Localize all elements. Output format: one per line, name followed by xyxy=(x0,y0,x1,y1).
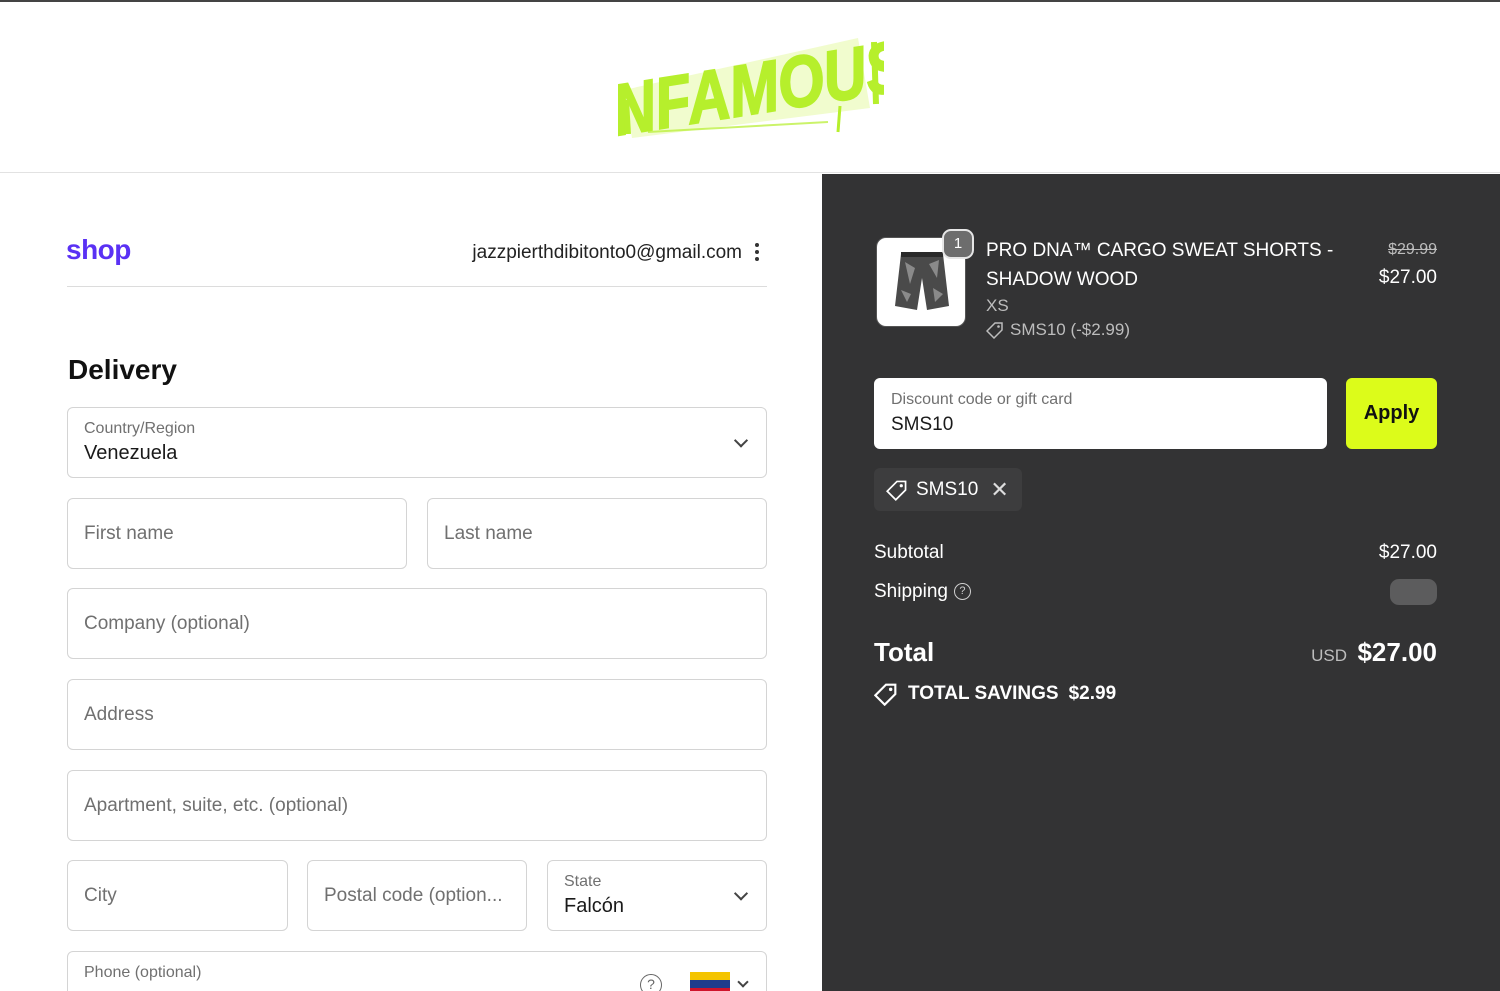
product-price: $27.00 xyxy=(1378,267,1437,288)
phone-field[interactable]: Phone (optional) ? xyxy=(67,951,767,991)
country-value: Venezuela xyxy=(84,442,178,464)
state-label: State xyxy=(564,873,602,890)
tag-icon xyxy=(986,322,1003,339)
shipping-row: Shipping? xyxy=(874,581,971,603)
chevron-down-icon[interactable] xyxy=(737,976,749,988)
subtotal-value: $27.00 xyxy=(1378,542,1437,563)
apply-button[interactable]: Apply xyxy=(1346,378,1437,449)
subtotal-label: Subtotal xyxy=(874,542,944,563)
product-discount: SMS10 (-$2.99) xyxy=(986,320,1130,340)
total-currency: USD xyxy=(1311,646,1347,665)
shipping-loading-placeholder xyxy=(1390,579,1437,605)
delivery-column: shop jazzpierthdibitonto0@gmail.com Deli… xyxy=(0,174,822,991)
total-savings: TOTAL SAVINGS $2.99 xyxy=(874,682,1116,706)
help-icon[interactable]: ? xyxy=(953,583,971,601)
infamous-logo[interactable]: INFAMOUS xyxy=(618,30,884,146)
company-placeholder: Company (optional) xyxy=(84,612,250,634)
venezuela-flag-icon[interactable] xyxy=(690,972,730,991)
applied-code-chip: SMS10 ✕ xyxy=(874,468,1022,511)
total-label: Total xyxy=(874,637,935,667)
tag-icon xyxy=(874,683,897,706)
country-select[interactable]: Country/Region Venezuela xyxy=(67,407,767,478)
company-field[interactable]: Company (optional) xyxy=(67,588,767,659)
first-name-placeholder: First name xyxy=(84,522,174,544)
delivery-title: Delivery xyxy=(68,354,177,385)
last-name-placeholder: Last name xyxy=(444,522,533,544)
applied-code-text: SMS10 xyxy=(916,478,979,500)
discount-code-input[interactable]: Discount code or gift card SMS10 xyxy=(874,378,1327,449)
city-placeholder: City xyxy=(84,884,117,906)
chevron-down-icon xyxy=(733,432,749,448)
tag-icon xyxy=(886,480,907,501)
account-email: jazzpierthdibitonto0@gmail.com xyxy=(472,242,742,263)
product-name: PRO DNA™ CARGO SWEAT SHORTS - SHADOW WOO… xyxy=(986,240,1334,290)
svg-text:INFAMOUS: INFAMOUS xyxy=(618,30,884,146)
total-value: $27.00 xyxy=(1357,637,1437,667)
state-select[interactable]: State Falcón xyxy=(547,860,767,931)
postal-code-placeholder: Postal code (option... xyxy=(324,884,503,906)
savings-label: TOTAL SAVINGS xyxy=(908,683,1059,704)
address-field[interactable]: Address xyxy=(67,679,767,750)
last-name-field[interactable]: Last name xyxy=(427,498,767,569)
shipping-label: Shipping xyxy=(874,581,948,602)
header: INFAMOUS xyxy=(0,2,1500,173)
first-name-field[interactable]: First name xyxy=(67,498,407,569)
state-value: Falcón xyxy=(564,895,625,917)
product-variant: XS xyxy=(986,296,1009,315)
apartment-placeholder: Apartment, suite, etc. (optional) xyxy=(84,794,349,816)
quantity-badge: 1 xyxy=(942,229,974,259)
account-menu-icon[interactable] xyxy=(751,242,763,264)
apartment-field[interactable]: Apartment, suite, etc. (optional) xyxy=(67,770,767,841)
discount-code-value: SMS10 xyxy=(891,414,954,435)
country-label: Country/Region xyxy=(84,420,196,437)
remove-code-icon[interactable]: ✕ xyxy=(990,477,1008,503)
phone-label: Phone (optional) xyxy=(84,964,202,981)
city-field[interactable]: City xyxy=(67,860,288,931)
discount-code-label: Discount code or gift card xyxy=(891,391,1073,408)
postal-code-field[interactable]: Postal code (option... xyxy=(307,860,527,931)
shop-pay-logo[interactable]: shop xyxy=(66,234,131,266)
help-icon[interactable]: ? xyxy=(640,974,662,991)
divider xyxy=(67,286,767,287)
product-original-price: $29.99 xyxy=(1388,241,1437,258)
address-placeholder: Address xyxy=(84,703,154,725)
order-summary: 1 PRO DNA™ CARGO SWEAT SHORTS - SHADOW W… xyxy=(822,174,1500,991)
product-discount-text: SMS10 (-$2.99) xyxy=(1010,320,1130,339)
savings-value: $2.99 xyxy=(1068,683,1117,704)
chevron-down-icon xyxy=(733,885,749,901)
